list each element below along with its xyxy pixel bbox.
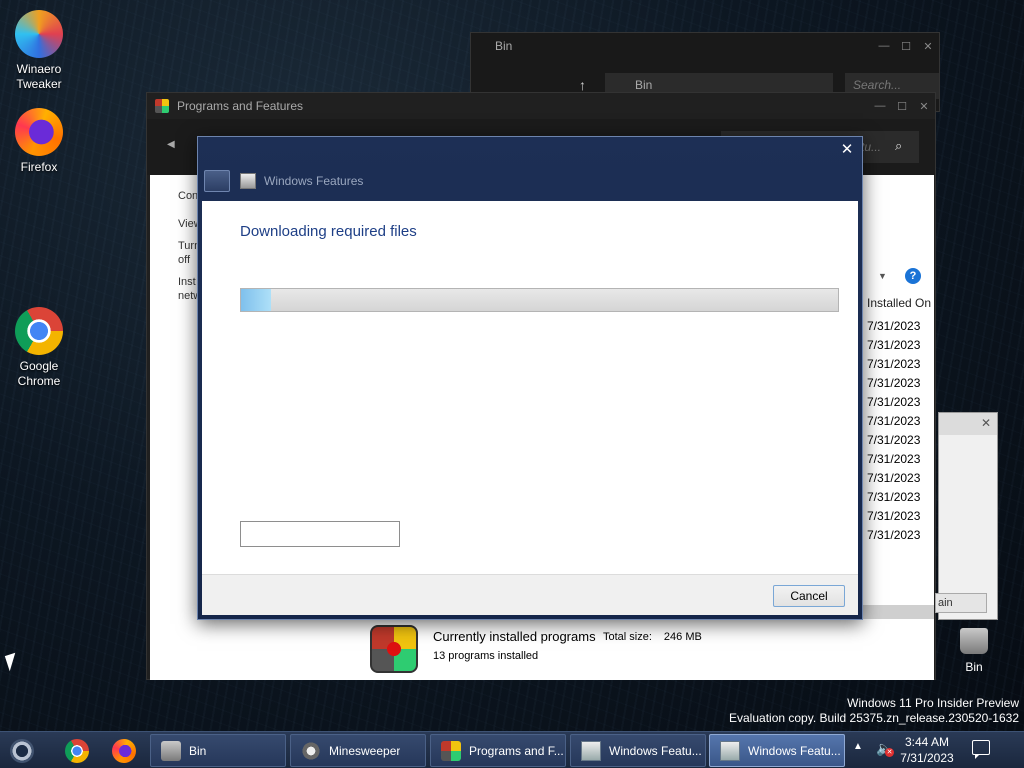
close-icon[interactable]: ✕: [917, 40, 939, 53]
desktop-icon-label: Bin: [965, 660, 983, 674]
desktop-icon-label: Winaero Tweaker: [16, 62, 62, 91]
notification-icon[interactable]: [972, 740, 990, 759]
recycle-bin-icon: [161, 740, 181, 761]
installed-date-cell: 7/31/2023: [867, 528, 921, 542]
maximize-icon[interactable]: ☐: [895, 40, 917, 53]
chevron-up-icon[interactable]: ▲: [853, 741, 863, 752]
programs-features-icon: [155, 99, 169, 113]
bin-window-title: Bin: [495, 39, 513, 53]
bin-window-titlebar[interactable]: Bin — ☐ ✕: [471, 33, 939, 59]
desktop-icon-bin[interactable]: Bin: [950, 628, 998, 674]
help-icon[interactable]: ?: [905, 268, 921, 284]
clock-date: 7/31/2023: [900, 751, 954, 765]
installed-date-cell: 7/31/2023: [867, 338, 921, 352]
background-dialog: ✕ ain: [935, 412, 998, 620]
desktop-icon-label: Firefox: [20, 160, 58, 174]
windows-features-icon: [581, 740, 601, 761]
dialog-body: Downloading required files: [202, 201, 858, 574]
installed-date-cell: 7/31/2023: [867, 433, 921, 447]
programs-box-icon: [370, 625, 418, 673]
status-text-box: [240, 521, 400, 547]
search-icon[interactable]: ⌕: [895, 138, 902, 154]
installed-date-cell: 7/31/2023: [867, 509, 921, 523]
maximize-icon[interactable]: ☐: [891, 100, 913, 113]
view-dropdown-icon[interactable]: ▼: [878, 271, 887, 281]
installed-programs-title: Currently installed programs: [433, 629, 596, 644]
column-header-installed-on[interactable]: Installed On: [867, 296, 931, 310]
installed-date-cell: 7/31/2023: [867, 395, 921, 409]
minimize-icon[interactable]: —: [873, 40, 895, 52]
windows-watermark: Windows 11 Pro Insider Preview Evaluatio…: [729, 696, 1019, 726]
desktop-icon-winaero-tweaker[interactable]: Winaero Tweaker: [1, 10, 77, 92]
taskbar-item-windows-features-active[interactable]: Windows Featu...: [709, 734, 845, 767]
desktop-icon-google-chrome[interactable]: Google Chrome: [1, 307, 77, 389]
taskbar-item-programs-features[interactable]: Programs and F...: [430, 734, 566, 767]
system-clock[interactable]: 3:44 AM 7/31/2023: [900, 734, 954, 766]
windows-features-dialog: ✕ Windows Features Downloading required …: [197, 136, 863, 620]
programs-features-title: Programs and Features: [177, 99, 304, 113]
windows-features-icon: [720, 740, 740, 761]
windows-features-icon: [240, 173, 256, 189]
programs-count: 13 programs installed: [433, 650, 539, 662]
installed-date-cell: 7/31/2023: [867, 471, 921, 485]
watermark-line: Evaluation copy. Build 25375.zn_release.…: [729, 711, 1019, 725]
close-icon[interactable]: ✕: [981, 416, 991, 430]
dialog-heading: Downloading required files: [240, 223, 417, 240]
firefox-icon[interactable]: [112, 739, 136, 763]
chrome-icon: [15, 307, 63, 355]
installed-date-cell: 7/31/2023: [867, 414, 921, 428]
minesweeper-icon: [301, 740, 321, 761]
installed-date-cell: 7/31/2023: [867, 357, 921, 371]
total-size: Total size: 246 MB: [603, 631, 702, 643]
winaero-tweaker-icon: [15, 10, 63, 58]
progress-bar-fill: [241, 289, 271, 311]
close-icon[interactable]: ✕: [838, 140, 856, 158]
up-arrow-icon[interactable]: ↑: [579, 77, 586, 93]
desktop-icon-label: Google Chrome: [17, 359, 61, 388]
dialog-button[interactable]: ain: [935, 593, 987, 613]
taskbar-item-bin[interactable]: Bin: [150, 734, 286, 767]
installed-date-cell: 7/31/2023: [867, 490, 921, 504]
installed-dates-list: 7/31/2023 7/31/2023 7/31/2023 7/31/2023 7/31…: [867, 317, 920, 545]
back-arrow-icon[interactable]: ◀: [167, 139, 175, 150]
taskbar-item-minesweeper[interactable]: Minesweeper: [290, 734, 426, 767]
programs-features-titlebar[interactable]: Programs and Features — ☐ ✕: [147, 93, 935, 119]
installed-date-cell: 7/31/2023: [867, 376, 921, 390]
clock-time: 3:44 AM: [904, 735, 950, 749]
dialog-title: Windows Features: [264, 174, 364, 188]
dialog-footer: Cancel: [202, 574, 858, 615]
cancel-button[interactable]: Cancel: [773, 585, 845, 607]
taskbar-item-windows-features[interactable]: Windows Featu...: [570, 734, 706, 767]
back-button[interactable]: [204, 170, 230, 192]
desktop-icon-firefox[interactable]: Firefox: [1, 108, 77, 175]
taskbar: Bin Minesweeper Programs and F... Window…: [0, 731, 1024, 768]
close-icon[interactable]: ✕: [913, 100, 935, 113]
installed-date-cell: 7/31/2023: [867, 452, 921, 466]
start-button-icon[interactable]: [10, 739, 34, 763]
mute-badge-icon: ✕: [885, 748, 894, 757]
minimize-icon[interactable]: —: [869, 100, 891, 112]
download-progress-bar: [240, 288, 839, 312]
installed-date-cell: 7/31/2023: [867, 319, 921, 333]
chrome-icon[interactable]: [65, 739, 89, 763]
dialog-header: Windows Features: [204, 169, 363, 193]
watermark-line: Windows 11 Pro Insider Preview: [847, 696, 1019, 710]
firefox-icon: [15, 108, 63, 156]
programs-features-icon: [441, 740, 461, 761]
recycle-bin-icon: [960, 628, 988, 654]
